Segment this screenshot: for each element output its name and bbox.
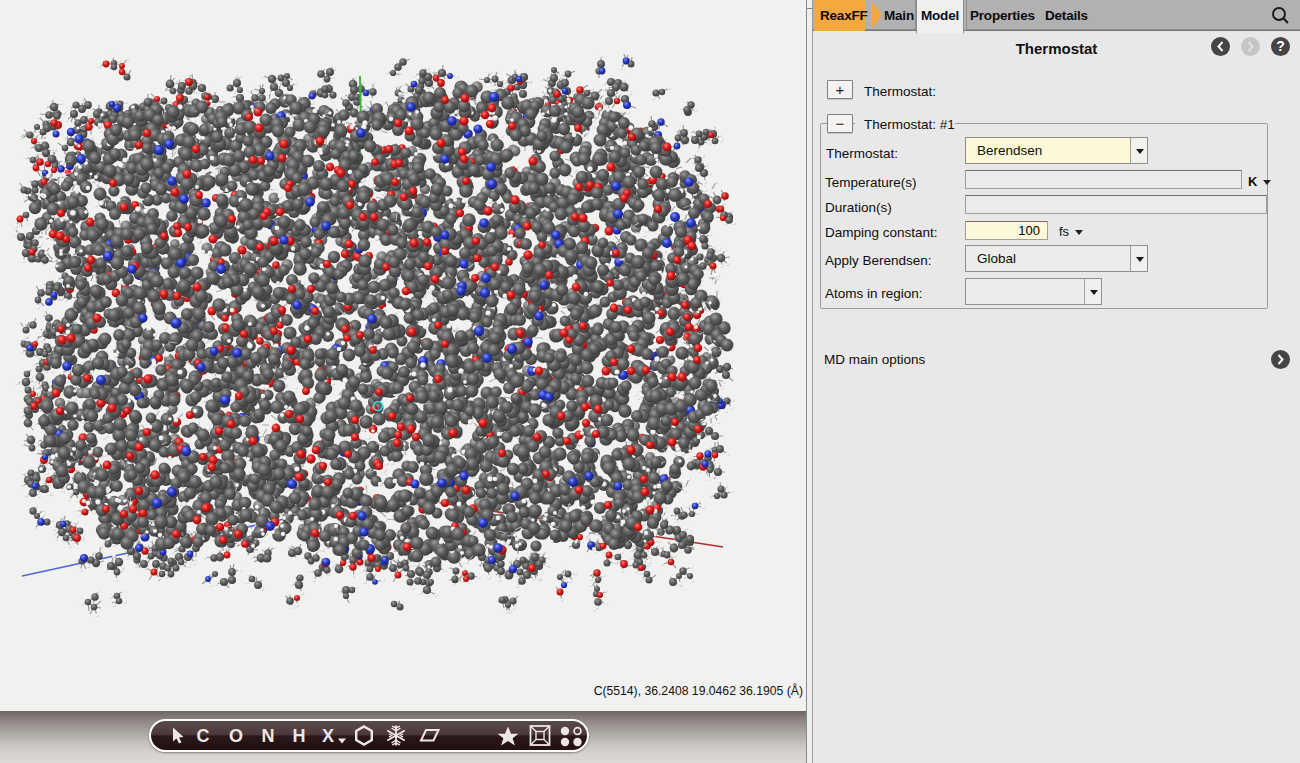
svg-text:C: C [197,726,210,746]
svg-text:N: N [262,726,275,746]
svg-text:H: H [293,726,306,746]
svg-text:X: X [322,726,334,746]
svg-text:O: O [229,726,243,746]
